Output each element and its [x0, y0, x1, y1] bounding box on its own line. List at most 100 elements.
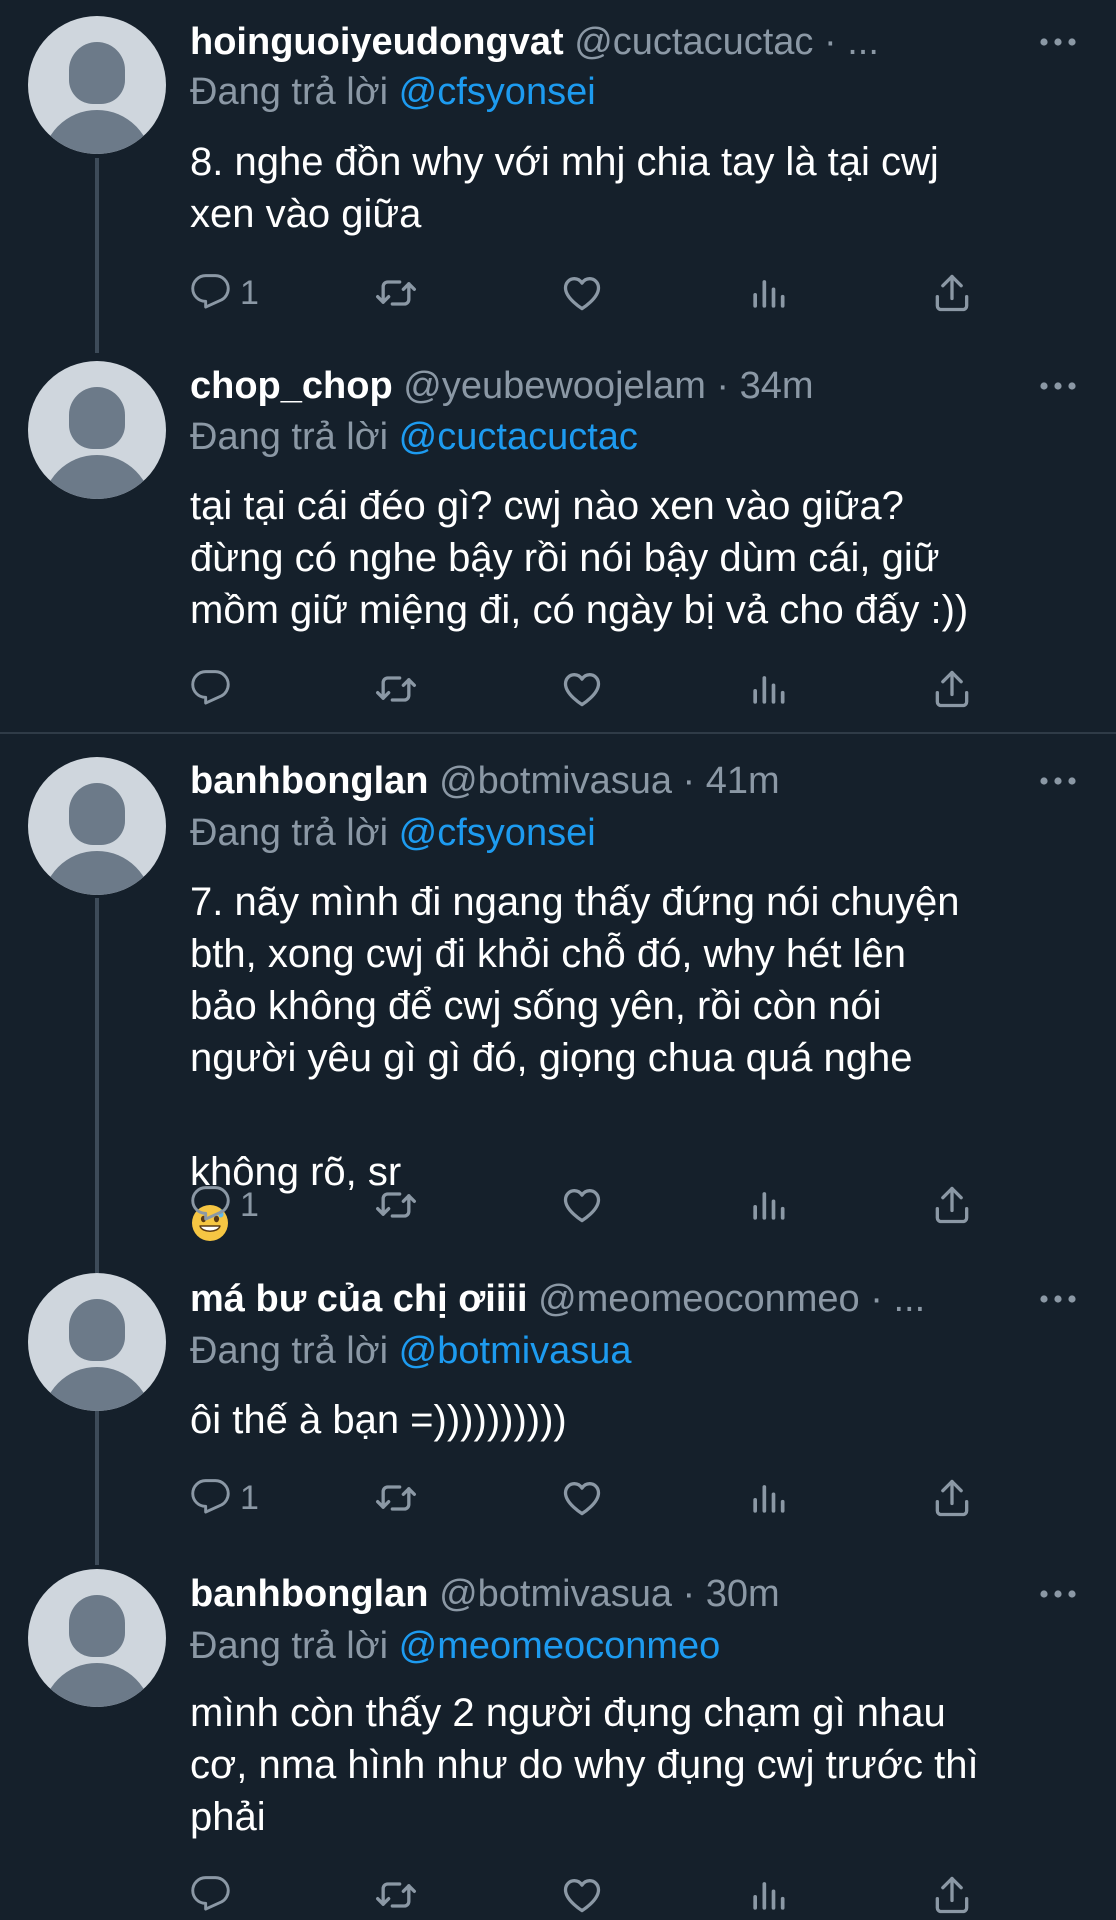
tweet-header: hoinguoiyeudongvat @cuctacuctac · ...: [190, 17, 1030, 67]
share-icon: [930, 667, 974, 711]
display-name[interactable]: banhbonglan: [190, 1573, 429, 1615]
tweet-text: 7. nãy mình đi ngang thấy đứng nói chuyệ…: [190, 880, 960, 1080]
tweet-text: 8. nghe đồn why với mhj chia tay là tại …: [190, 140, 939, 236]
share-icon: [930, 1476, 974, 1520]
replying-to-label: Đang trả lời: [190, 1625, 389, 1667]
reply-button[interactable]: 1: [190, 268, 259, 318]
share-button[interactable]: [930, 1180, 974, 1230]
views-icon: [746, 1183, 790, 1227]
replying-to-label: Đang trả lời: [190, 1330, 389, 1372]
avatar[interactable]: [28, 757, 166, 895]
replying-to: Đang trả lời @botmivasua: [190, 1326, 1070, 1376]
mention-link[interactable]: @cuctacuctac: [399, 416, 638, 458]
retweet-icon: [374, 1183, 418, 1227]
replying-to: Đang trả lời @cfsyonsei: [190, 808, 1070, 858]
like-icon: [560, 271, 604, 315]
display-name[interactable]: hoinguoiyeudongvat: [190, 21, 564, 63]
reply-icon: [190, 1476, 234, 1520]
like-button[interactable]: [560, 664, 604, 714]
like-button[interactable]: [560, 1180, 604, 1230]
mention-link[interactable]: @cfsyonsei: [399, 71, 596, 113]
handle-and-time[interactable]: @botmivasua · 30m: [439, 1573, 780, 1615]
avatar[interactable]: [28, 1273, 166, 1411]
reply-count: 1: [240, 273, 259, 312]
views-button[interactable]: [746, 1870, 790, 1920]
reply-count: 1: [240, 1478, 259, 1517]
views-icon: [746, 667, 790, 711]
handle-and-time[interactable]: @meomeoconmeo · ...: [538, 1278, 925, 1320]
mention-link[interactable]: @cfsyonsei: [399, 812, 596, 854]
retweet-button[interactable]: [374, 1473, 418, 1523]
views-button[interactable]: [746, 1180, 790, 1230]
share-button[interactable]: [930, 1473, 974, 1523]
share-button[interactable]: [930, 1870, 974, 1920]
like-button[interactable]: [560, 1473, 604, 1523]
tweet-actions: 1: [190, 268, 1010, 318]
share-button[interactable]: [930, 268, 974, 318]
replying-to: Đang trả lời @meomeoconmeo: [190, 1621, 1070, 1671]
retweet-button[interactable]: [374, 664, 418, 714]
mention-link[interactable]: @meomeoconmeo: [399, 1625, 721, 1667]
tweet-header: má bư của chị ơiiii @meomeoconmeo · ...: [190, 1274, 1030, 1324]
tweet-actions: 1: [190, 1180, 1010, 1230]
tweet-header: banhbonglan @botmivasua · 30m: [190, 1569, 1030, 1619]
views-icon: [746, 271, 790, 315]
thread-connector-line: [95, 898, 99, 1273]
mention-link[interactable]: @botmivasua: [399, 1330, 632, 1372]
views-icon: [746, 1476, 790, 1520]
tweet-actions: 1: [190, 1473, 1010, 1523]
retweet-icon: [374, 271, 418, 315]
views-button[interactable]: [746, 1473, 790, 1523]
reply-count: 1: [240, 1185, 259, 1224]
tweet-actions: [190, 1870, 1010, 1920]
tweet-header: chop_chop @yeubewoojelam · 34m: [190, 361, 1030, 411]
avatar[interactable]: [28, 361, 166, 499]
views-button[interactable]: [746, 664, 790, 714]
reply-button[interactable]: 1: [190, 1180, 259, 1230]
more-options-icon[interactable]: [1038, 371, 1078, 401]
replying-to: Đang trả lời @cuctacuctac: [190, 412, 1070, 462]
retweet-button[interactable]: [374, 268, 418, 318]
retweet-button[interactable]: [374, 1180, 418, 1230]
like-icon: [560, 667, 604, 711]
tweet-text: mình còn thấy 2 người đụng chạm gì nhau …: [190, 1691, 979, 1839]
like-icon: [560, 1476, 604, 1520]
more-options-icon[interactable]: [1038, 1579, 1078, 1609]
more-options-icon[interactable]: [1038, 1284, 1078, 1314]
replying-to-label: Đang trả lời: [190, 416, 389, 458]
display-name[interactable]: banhbonglan: [190, 760, 429, 802]
retweet-icon: [374, 667, 418, 711]
retweet-icon: [374, 1873, 418, 1917]
like-button[interactable]: [560, 268, 604, 318]
like-icon: [560, 1183, 604, 1227]
views-button[interactable]: [746, 268, 790, 318]
thread-divider: [0, 732, 1116, 734]
share-icon: [930, 1873, 974, 1917]
retweet-button[interactable]: [374, 1870, 418, 1920]
like-icon: [560, 1873, 604, 1917]
replying-to-label: Đang trả lời: [190, 812, 389, 854]
replying-to-label: Đang trả lời: [190, 71, 389, 113]
reply-icon: [190, 271, 234, 315]
like-button[interactable]: [560, 1870, 604, 1920]
reply-button[interactable]: [190, 1870, 234, 1920]
share-button[interactable]: [930, 664, 974, 714]
reply-button[interactable]: [190, 664, 234, 714]
tweet-text: ôi thế à bạn =)))))))))): [190, 1398, 567, 1442]
avatar[interactable]: [28, 1569, 166, 1707]
share-icon: [930, 271, 974, 315]
avatar[interactable]: [28, 16, 166, 154]
replying-to: Đang trả lời @cfsyonsei: [190, 67, 1070, 117]
reply-icon: [190, 667, 234, 711]
more-options-icon[interactable]: [1038, 27, 1078, 57]
more-options-icon[interactable]: [1038, 766, 1078, 796]
handle-and-time[interactable]: @botmivasua · 41m: [439, 760, 780, 802]
retweet-icon: [374, 1476, 418, 1520]
reply-icon: [190, 1873, 234, 1917]
reply-button[interactable]: 1: [190, 1473, 259, 1523]
display-name[interactable]: má bư của chị ơiiii: [190, 1278, 528, 1320]
handle-and-time[interactable]: @yeubewoojelam · 34m: [403, 365, 813, 407]
share-icon: [930, 1183, 974, 1227]
handle-and-time[interactable]: @cuctacuctac · ...: [574, 21, 879, 63]
display-name[interactable]: chop_chop: [190, 365, 393, 407]
